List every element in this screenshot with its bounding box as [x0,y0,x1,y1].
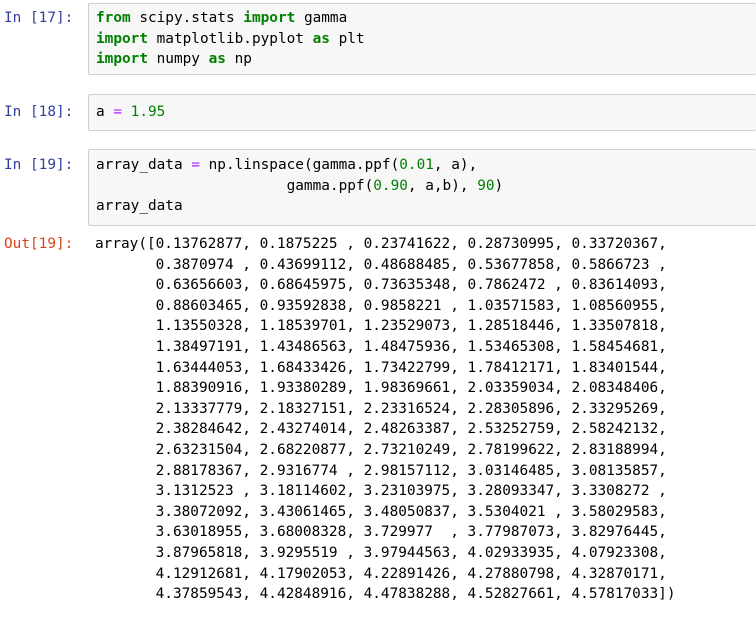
output-line: 1.13550328, 1.18539701, 1.23529073, 1.28… [95,318,667,335]
code-token: scipy.stats [130,10,244,26]
input-prompt: In [19]: [4,157,74,173]
code-token: 0.01 [399,157,434,173]
output-line: 0.63656603, 0.68645975, 0.73635348, 0.78… [95,277,667,294]
code-token: np [225,51,252,67]
code-line: from scipy.stats import gamma [96,8,756,29]
output-line: 3.38072092, 3.43061465, 3.48050837, 3.53… [95,503,667,520]
code-token: import [243,10,296,26]
output-line: 3.1312523 , 3.18114602, 3.23103975, 3.28… [95,483,667,500]
code-line: array_data = np.linspace(gamma.ppf(0.01,… [96,155,756,176]
code-token: import [96,30,148,47]
code-token: array_data [96,198,183,214]
output-line: 2.13337779, 2.18327151, 2.23316524, 2.28… [95,400,667,417]
input-prompt: In [18]: [4,104,74,120]
code-token: gamma.ppf( [96,177,374,194]
code-token: numpy [147,51,209,67]
code-token: , a,b), [407,177,478,194]
code-editor[interactable]: array_data = np.linspace(gamma.ppf(0.01,… [88,149,756,226]
code-cell-19[interactable]: In [19]: array_data = np.linspace(gamma.… [0,149,756,226]
code-line: import matplotlib.pyplot as plt [96,29,756,50]
code-line: array_data [96,196,756,217]
output-line: 0.88603465, 0.93592838, 0.9858221 , 1.03… [95,297,667,314]
code-token: plt [329,30,365,47]
output-prompt: Out[19]: [4,236,74,252]
code-token: np.linspace(gamma.ppf( [199,157,400,173]
code-token: = [113,104,122,120]
output-line: 3.63018955, 3.68008328, 3.729977 , 3.779… [95,524,667,541]
code-token: as [312,30,330,47]
code-token: 90 [477,177,495,194]
code-token: array_data [96,157,192,173]
output-line: array([0.13762877, 0.1875225 , 0.2374162… [95,236,667,252]
code-token: 1.95 [130,104,166,120]
input-prompt: In [17]: [4,10,74,26]
code-token: , a), [433,157,478,173]
code-token: ) [494,177,504,194]
output-line: 1.63444053, 1.68433426, 1.73422799, 1.78… [95,359,667,376]
code-line: gamma.ppf(0.90, a,b), 90) [96,176,756,197]
output-text: array([0.13762877, 0.1875225 , 0.2374162… [95,234,675,605]
code-token: gamma [295,10,348,26]
code-line: import numpy as np [96,49,756,70]
output-line: 2.38284642, 2.43274014, 2.48263387, 2.53… [95,421,667,438]
code-cell-18[interactable]: In [18]: a = 1.95 [0,94,756,131]
code-token: matplotlib.pyplot [147,30,313,47]
output-line: 2.63231504, 2.68220877, 2.73210249, 2.78… [95,441,667,458]
code-line: a = 1.95 [96,102,756,123]
code-token: = [191,157,200,173]
output-line: 4.12912681, 4.17902053, 4.22891426, 4.27… [95,565,667,582]
output-line: 1.38497191, 1.43486563, 1.48475936, 1.53… [95,338,667,355]
output-line: 3.87965818, 3.9295519 , 3.97944563, 4.02… [95,544,667,561]
code-token: as [208,51,226,67]
output-cell-19: Out[19]: array([0.13762877, 0.1875225 , … [0,234,756,619]
code-cell-17[interactable]: In [17]: from scipy.stats import gamma im… [0,3,756,75]
output-line: 1.88390916, 1.93380289, 1.98369661, 2.03… [95,380,667,397]
code-token: 0.90 [373,177,408,194]
output-line: 2.88178367, 2.9316774 , 2.98157112, 3.03… [95,462,667,479]
code-token: import [96,51,148,67]
code-editor[interactable]: a = 1.95 [88,94,756,131]
code-editor[interactable]: from scipy.stats import gamma import matp… [88,3,756,75]
code-token: a [96,104,114,120]
output-line: 0.3870974 , 0.43699112, 0.48688485, 0.53… [95,256,667,273]
output-line: 4.37859543, 4.42848916, 4.47838288, 4.52… [95,586,676,603]
code-token: from [96,10,131,26]
